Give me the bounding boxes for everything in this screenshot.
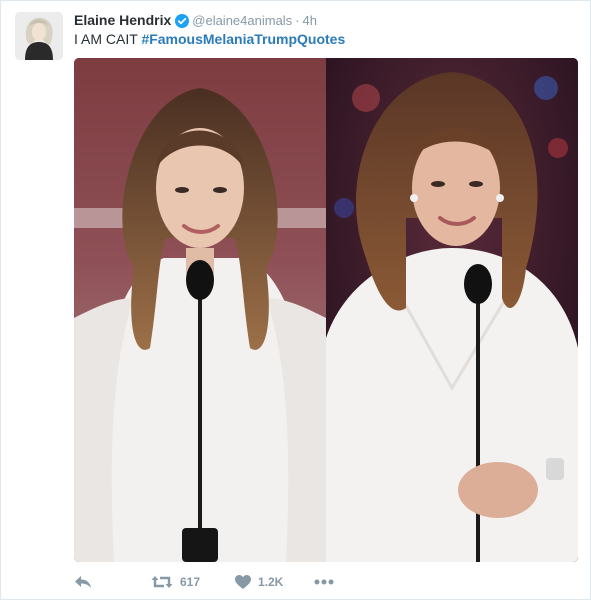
media-photo-right [326,58,578,562]
tweet-header: Elaine Hendrix @elaine4animals · 4h [74,11,317,29]
media-photo-left [74,58,326,562]
avatar-image [15,12,63,60]
reply-button[interactable] [74,572,92,592]
tweet-text: I AM CAIT #FamousMelaniaTrumpQuotes [74,30,345,48]
reply-icon [74,575,92,589]
author-name[interactable]: Elaine Hendrix [74,12,171,28]
more-button[interactable] [314,572,334,592]
like-button[interactable]: 1.2K [235,572,283,592]
tweet-media[interactable] [74,58,578,562]
more-icon [314,579,334,585]
hashtag-link[interactable]: #FamousMelaniaTrumpQuotes [141,31,345,47]
retweet-count: 617 [180,575,201,589]
tweet-body: I AM CAIT [74,31,138,47]
avatar[interactable] [15,12,63,60]
like-count: 1.2K [258,575,284,589]
heart-icon [235,575,251,589]
separator-dot: · [295,13,300,28]
retweet-button[interactable]: 617 [151,572,200,592]
retweet-icon [151,575,173,589]
tweet-card: Elaine Hendrix @elaine4animals · 4h I AM CA… [0,0,591,600]
tweet-timestamp[interactable]: 4h [303,13,317,28]
author-handle[interactable]: @elaine4animals [192,13,292,28]
